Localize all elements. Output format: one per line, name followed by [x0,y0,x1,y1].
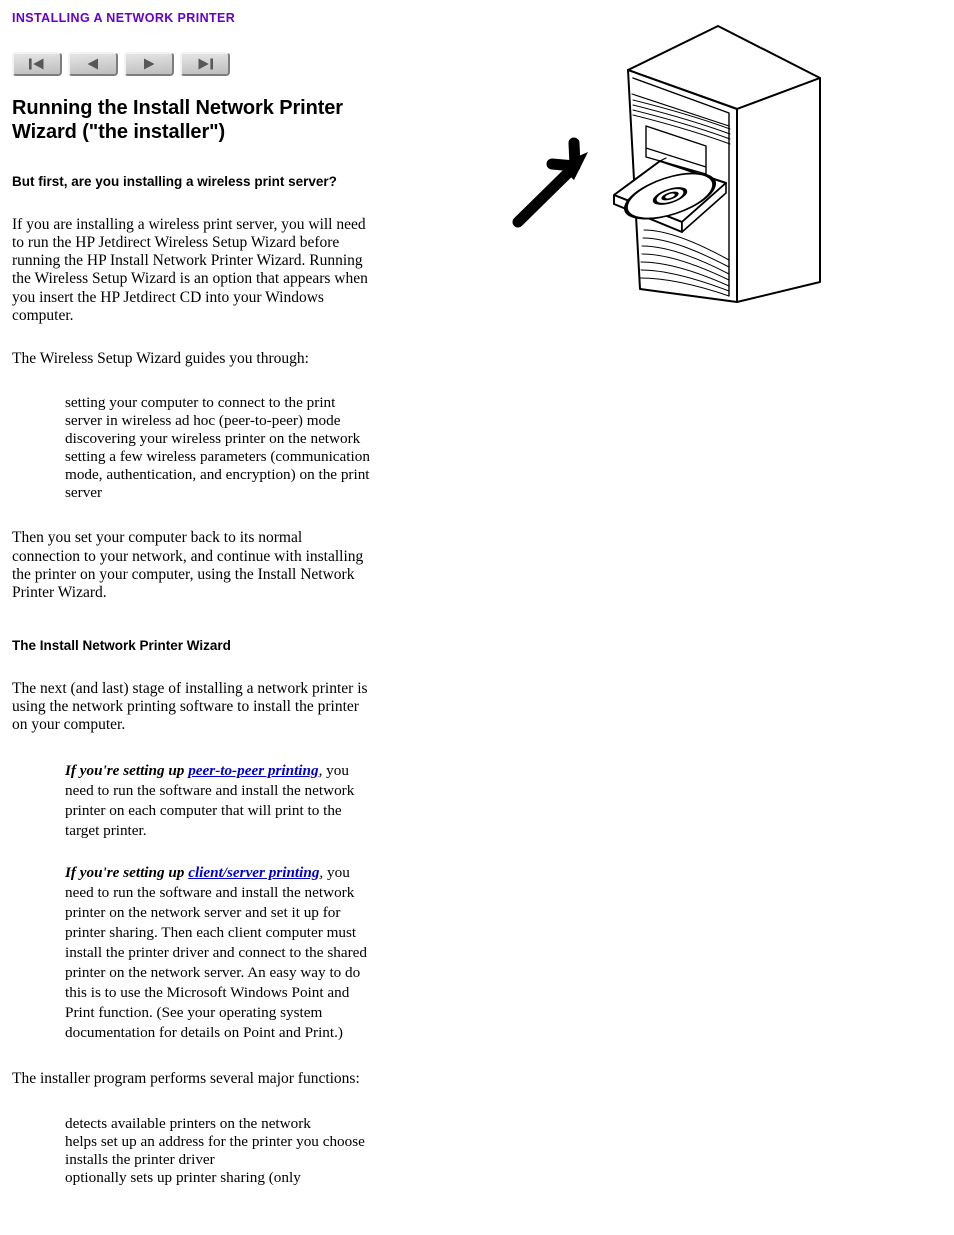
wireless-question-heading: But first, are you installing a wireless… [12,174,337,189]
first-page-button[interactable] [12,52,62,76]
installer-functions-intro: The installer program performs several m… [12,1070,360,1088]
client-server-printing-link[interactable]: client/server printing [188,864,319,881]
article-heading: Running the Install Network Printer Wiza… [12,97,343,143]
tower-right-face [736,77,821,303]
previous-page-button[interactable] [68,52,118,76]
wizard-guides-intro: The Wireless Setup Wizard guides you thr… [12,350,309,368]
installer-intro-paragraph: The next (and last) stage of installing … [12,679,368,734]
client-server-lead-in: If you're setting up [65,863,189,881]
list-item: installs the printer driver [65,1150,215,1168]
peer-to-peer-lead-in: If you're setting up [65,761,189,779]
wireless-intro-paragraph: If you are installing a wireless print s… [12,215,368,324]
next-page-button[interactable] [124,52,174,76]
list-item: discovering your wireless printer on the… [65,430,361,448]
installer-functions-list: detects available printers on the networ… [65,1115,372,1187]
list-item: optionally sets up printer sharing (only [65,1168,301,1186]
client-server-rest: , you need to run the software and insta… [65,863,367,1042]
last-page-button[interactable] [180,52,230,76]
skip-to-start-icon [26,57,48,71]
list-item: helps set up an address for the printer … [65,1132,365,1150]
peer-to-peer-paragraph: If you're setting up peer-to-peer printi… [65,761,372,841]
client-server-paragraph: If you're setting up client/server print… [65,863,372,1044]
install-wizard-heading: The Install Network Printer Wizard [12,638,231,654]
page-navigation-bar [12,52,230,76]
computer-tower-svg [512,25,821,303]
play-back-icon [82,57,104,71]
peer-to-peer-printing-link[interactable]: peer-to-peer printing [188,762,318,779]
play-forward-icon [138,57,160,71]
after-wizard-paragraph: Then you set your computer back to its n… [12,529,364,601]
skip-to-end-icon [194,57,216,71]
list-item: detects available printers on the networ… [65,1114,311,1132]
article-body: Running the Install Network Printer Wiza… [12,96,372,1187]
computer-tower-with-cd-tray-illustration [500,8,850,323]
page-title: INSTALLING A NETWORK PRINTER [12,11,236,25]
list-item: setting a few wireless parameters (commu… [65,448,370,502]
list-item: setting your computer to connect to the … [65,394,341,430]
wizard-guides-list: setting your computer to connect to the … [65,394,372,502]
pointer-arrow-icon [512,137,588,228]
